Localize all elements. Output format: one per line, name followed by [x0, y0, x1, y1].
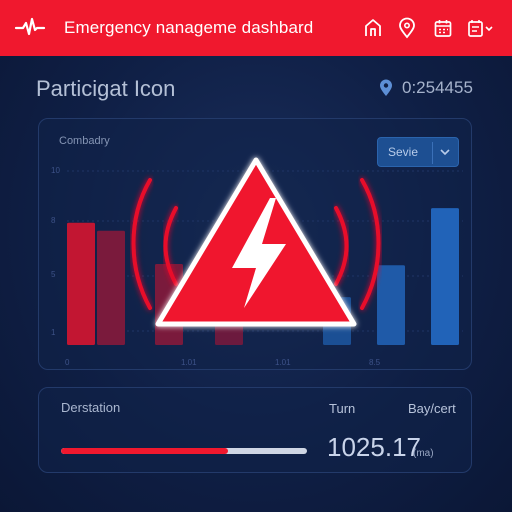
reading-unit: (ma) [413, 448, 434, 459]
signal-wave-right-inner [334, 206, 349, 286]
y-tick-label: 10 [51, 166, 60, 175]
y-tick-label: 5 [51, 270, 56, 279]
progress-bar-fill [61, 448, 229, 454]
x-tick-label: 0 [65, 358, 70, 367]
progress-bar [61, 448, 307, 454]
turn-label: Turn [329, 401, 356, 416]
incident-id: 0:254455 [402, 78, 473, 97]
destination-label: Derstation [61, 400, 121, 415]
dropdown-divider [432, 142, 433, 164]
signal-wave-left-inner [163, 206, 178, 286]
chart-card-label: Combadry [59, 135, 110, 147]
app-title: Emergency nanageme dashbard [64, 18, 314, 37]
signal-wave-right-outer [360, 178, 381, 310]
status-card: Derstation Turn Bay/cert 1025.17 (ma) [38, 387, 472, 473]
chart-bar[interactable] [67, 222, 95, 345]
calendar-icon[interactable] [432, 17, 454, 39]
x-tick-label: 8.5 [369, 358, 381, 367]
chart-bar[interactable] [431, 208, 459, 345]
page-title: Particigat Icon [36, 76, 176, 101]
reading-value: 1025.17 [327, 432, 421, 462]
x-tick-label: 1.01 [275, 358, 291, 367]
bay-cert-label: Bay/cert [408, 401, 456, 416]
chevron-down-icon[interactable] [438, 145, 452, 159]
settings-dropdown-icon[interactable] [466, 17, 494, 39]
home-icon[interactable] [362, 17, 384, 39]
y-tick-label: 1 [51, 328, 56, 337]
map-pin-icon[interactable] [396, 17, 418, 39]
y-tick-label: 8 [51, 216, 56, 225]
signal-wave-left-outer [131, 178, 152, 310]
dropdown-selected-value: Sevie [388, 145, 419, 159]
warning-triangle-lightning-icon [131, 157, 381, 327]
app-header: Emergency nanageme dashbard [0, 0, 512, 56]
lightning-logo-icon[interactable] [14, 14, 46, 42]
x-tick-label: 1.01 [181, 358, 197, 367]
location-pin-icon [378, 79, 394, 97]
